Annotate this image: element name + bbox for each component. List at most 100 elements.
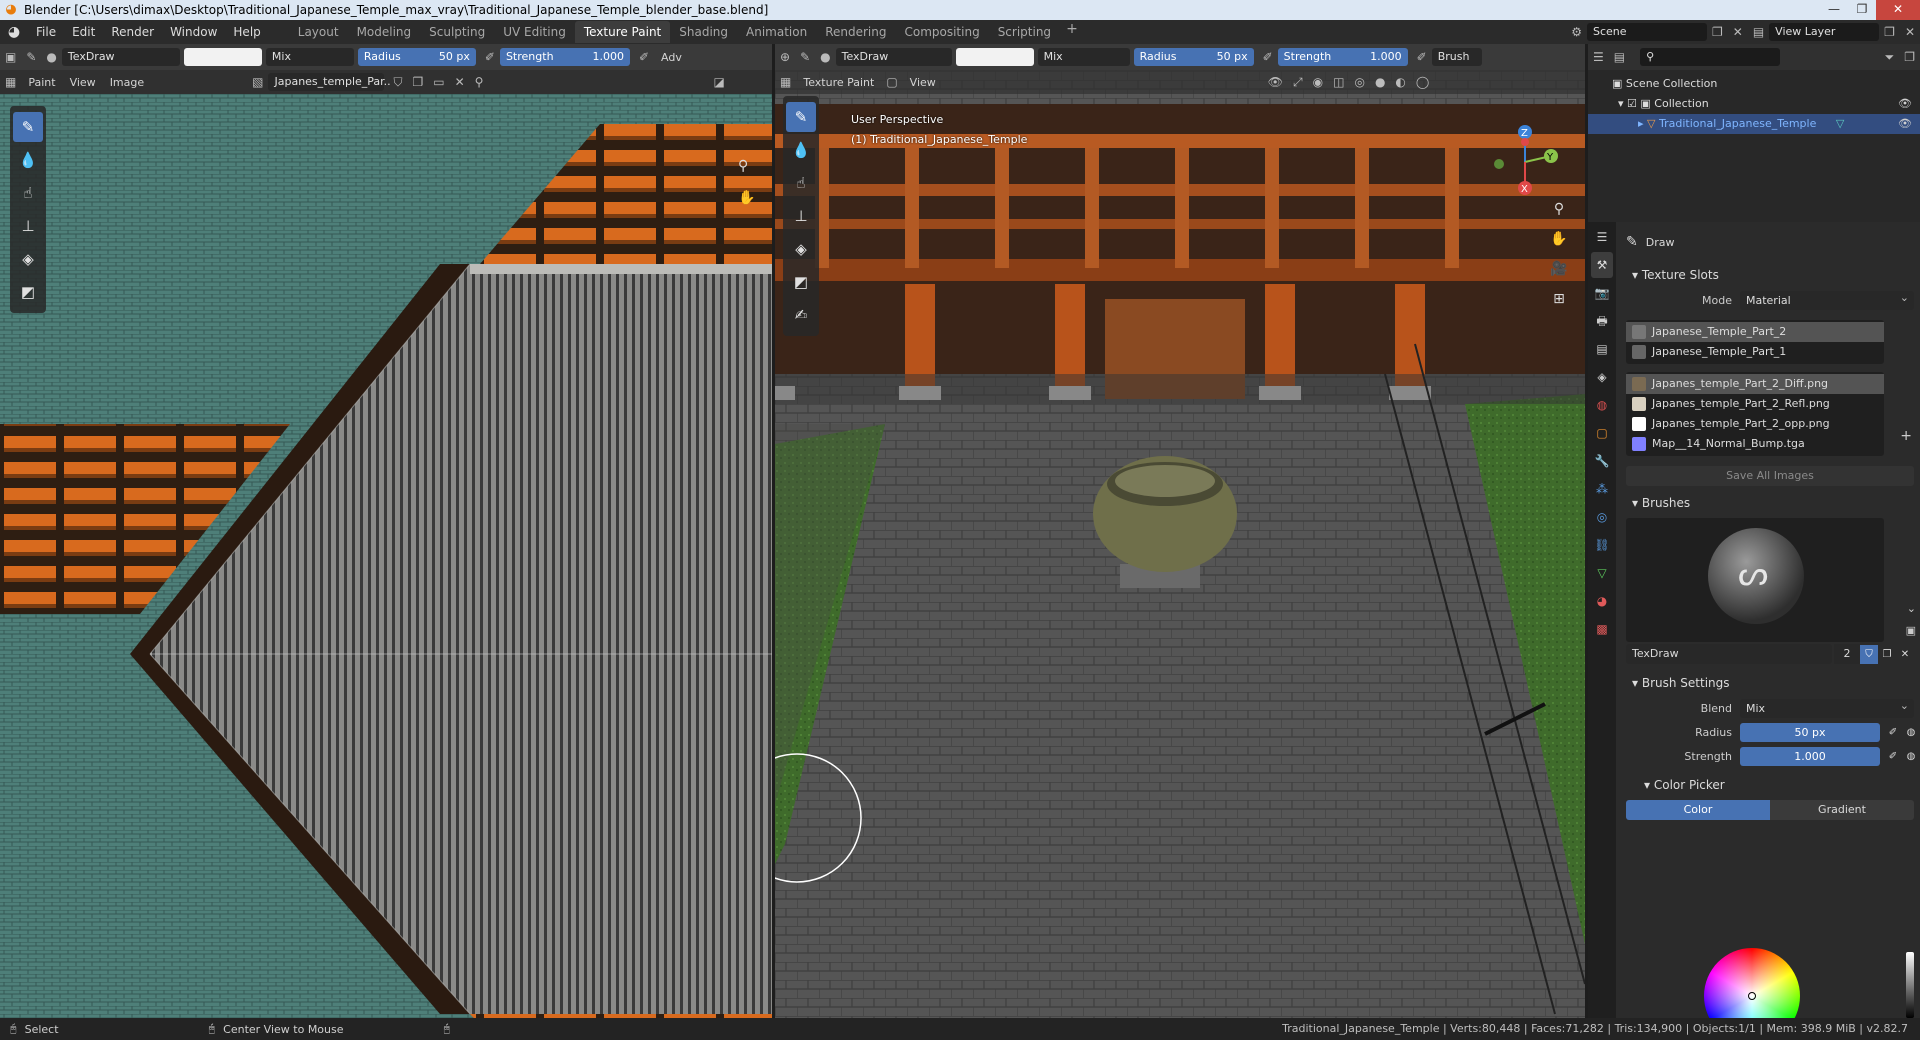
radius-field[interactable]: Radius 50 px [357, 48, 476, 66]
material-tab-icon[interactable]: ◕ [1591, 588, 1613, 614]
tab-animation[interactable]: Animation [737, 21, 816, 43]
modifier-tab-icon[interactable]: 🔧 [1591, 448, 1613, 474]
image-browse-icon[interactable]: ▧ [247, 75, 268, 89]
scene-icon[interactable]: ⚙ [1566, 25, 1587, 39]
gradient-tab[interactable]: Gradient [1770, 800, 1914, 820]
brush-name-input[interactable]: TexDraw [1626, 644, 1832, 664]
tab-sculpting[interactable]: Sculpting [420, 21, 494, 43]
viewport-soften-tool-icon[interactable]: 💧 [786, 135, 816, 165]
image-slot-item[interactable]: Japanes_temple_Part_2_opp.png [1626, 414, 1884, 434]
uv-texture-canvas[interactable] [0, 94, 772, 1018]
strength-pen-pressure-icon[interactable]: ✐ [1884, 747, 1902, 766]
color-wheel[interactable] [1704, 948, 1800, 1018]
brush-preview-icon[interactable]: ● [41, 50, 61, 64]
scene-tab-icon[interactable]: ◈ [1591, 364, 1613, 390]
paint-mode-icon[interactable]: ▦ [0, 75, 21, 89]
editor-type-icon[interactable]: ▣ [0, 50, 21, 64]
material-slot-item[interactable]: Japanese_Temple_Part_2 [1626, 322, 1884, 342]
paint-mask-icon[interactable]: ▢ [881, 75, 902, 89]
strength-field[interactable]: Strength 1.000 [499, 48, 630, 66]
texture-slots-panel-header[interactable]: ▾ Texture Slots [1620, 262, 1920, 288]
render-tab-icon[interactable]: 📷 [1591, 280, 1613, 306]
mode-dropdown[interactable]: Material [1740, 288, 1914, 310]
checkbox-icon[interactable]: ☑ [1627, 97, 1640, 110]
image-name-field[interactable]: Japanes_temple_Par.. [268, 73, 391, 91]
viewport-strength-field[interactable]: Strength 1.000 [1277, 48, 1408, 66]
image-slot-item[interactable]: Japanes_temple_Part_2_Refl.png [1626, 394, 1884, 414]
outliner-scene-collection[interactable]: ▣ Scene Collection [1588, 74, 1920, 94]
viewport-zoom-icon[interactable]: ⚲ [1547, 194, 1571, 224]
viewport-draw-tool-icon[interactable]: ✎ [786, 102, 816, 132]
material-slot-item[interactable]: Japanese_Temple_Part_1 [1626, 342, 1884, 362]
viewport-blend-dropdown[interactable]: Mix [1037, 48, 1130, 66]
outliner-editor-type-icon[interactable]: ☰ [1588, 50, 1609, 64]
new-collection-icon[interactable]: ❐ [1899, 50, 1920, 64]
view-layer-field[interactable]: View Layer [1769, 23, 1880, 41]
xray-icon[interactable]: ◫ [1328, 75, 1349, 89]
delete-scene-icon[interactable]: ✕ [1728, 25, 1748, 39]
blend-mode-dropdown[interactable]: Mix [1740, 696, 1914, 718]
tab-texture-paint[interactable]: Texture Paint [574, 21, 671, 43]
tool-tab-icon[interactable]: ⚒ [1591, 252, 1613, 278]
image-menu[interactable]: Image [103, 76, 151, 89]
viewport-brush-preview-icon[interactable]: ● [815, 50, 835, 64]
radius-unit-icon[interactable]: ◍ [1902, 723, 1920, 742]
pin-icon[interactable]: ⚲ [470, 75, 489, 89]
new-view-layer-icon[interactable]: ❐ [1879, 25, 1900, 39]
blend-dropdown[interactable]: Mix [265, 48, 354, 66]
display-mode-icon[interactable]: ▤ [1609, 50, 1630, 64]
menu-help[interactable]: Help [225, 20, 268, 44]
mode-selector[interactable]: Texture Paint [796, 76, 881, 89]
viewport-view-menu[interactable]: View [903, 76, 943, 89]
menu-render[interactable]: Render [103, 20, 162, 44]
annotate-tool-icon[interactable]: ✍ [786, 300, 816, 330]
brush-preview-panel[interactable]: ᔕ [1626, 518, 1884, 642]
expand-arrow-icon[interactable]: ▾ [1618, 97, 1627, 110]
image-slot-item[interactable]: Japanes_temple_Part_2_Diff.png [1626, 374, 1884, 394]
outliner-object-row[interactable]: ▸ ▽ Traditional_Japanese_Temple ▽ 👁 [1588, 114, 1920, 134]
collection-eye-icon[interactable]: 👁 [1898, 94, 1912, 114]
object-eye-icon[interactable]: 👁 [1898, 114, 1912, 134]
view-layer-icon[interactable]: ▤ [1748, 25, 1769, 39]
fill-tool-icon[interactable]: ◈ [13, 244, 43, 274]
brushes-panel-header[interactable]: ▾ Brushes [1620, 490, 1920, 516]
filter-icon[interactable]: ⏷ [1880, 50, 1900, 65]
tab-modeling[interactable]: Modeling [348, 21, 421, 43]
mask-tool-icon[interactable]: ◩ [13, 277, 43, 307]
brush-color-swatch[interactable] [183, 48, 262, 66]
soften-tool-icon[interactable]: 💧 [13, 145, 43, 175]
viewport-radius-field[interactable]: Radius 50 px [1133, 48, 1254, 66]
outliner-collection[interactable]: ▾ ☑ ▣ Collection 👁 [1588, 94, 1920, 114]
overlays-icon[interactable]: ◉ [1308, 75, 1328, 89]
advanced-menu[interactable]: Adv [654, 51, 689, 64]
brush-fake-user-icon[interactable]: ⛉ [1860, 644, 1878, 664]
paint-mode-menu[interactable]: Paint [21, 76, 62, 89]
color-tab[interactable]: Color [1626, 800, 1770, 820]
new-scene-icon[interactable]: ❐ [1707, 25, 1728, 39]
strength-unit-icon[interactable]: ◍ [1902, 747, 1920, 766]
zoom-icon[interactable]: ⚲ [738, 158, 748, 174]
camera-view-icon[interactable]: 🎥 [1547, 254, 1571, 284]
viewport-brush-tool-icon[interactable]: ✎ [795, 50, 815, 64]
pan-hand-icon[interactable]: ✋ [738, 190, 755, 206]
close-window-button[interactable]: ✕ [1876, 0, 1920, 20]
brush-menu[interactable]: Brush [1431, 48, 1482, 66]
view-layer-tab-icon[interactable]: ▤ [1591, 336, 1613, 362]
color-picker-panel-header[interactable]: ▾ Color Picker [1620, 772, 1920, 798]
brush-image-icon[interactable]: ▣ [1906, 624, 1916, 637]
ortho-toggle-icon[interactable]: ⊞ [1547, 284, 1571, 314]
radius-pressure-icon[interactable]: ✐ [480, 50, 500, 64]
duplicate-image-icon[interactable]: ❐ [408, 75, 429, 89]
viewport-radius-pressure-icon[interactable]: ✐ [1258, 50, 1278, 64]
viewport-scene[interactable] [775, 44, 1585, 1018]
brush-settings-panel-header[interactable]: ▾ Brush Settings [1620, 670, 1920, 696]
outliner-search-input[interactable]: ⚲ [1640, 48, 1780, 66]
delete-view-layer-icon[interactable]: ✕ [1900, 25, 1920, 39]
world-tab-icon[interactable]: ◍ [1591, 392, 1613, 418]
add-workspace-icon[interactable]: + [1060, 21, 1084, 43]
properties-editor-type-icon[interactable]: ☰ [1591, 224, 1613, 250]
object-tab-icon[interactable]: ▢ [1591, 420, 1613, 446]
physics-tab-icon[interactable]: ◎ [1591, 504, 1613, 530]
tab-compositing[interactable]: Compositing [895, 21, 988, 43]
output-tab-icon[interactable]: 🖶 [1591, 308, 1613, 334]
